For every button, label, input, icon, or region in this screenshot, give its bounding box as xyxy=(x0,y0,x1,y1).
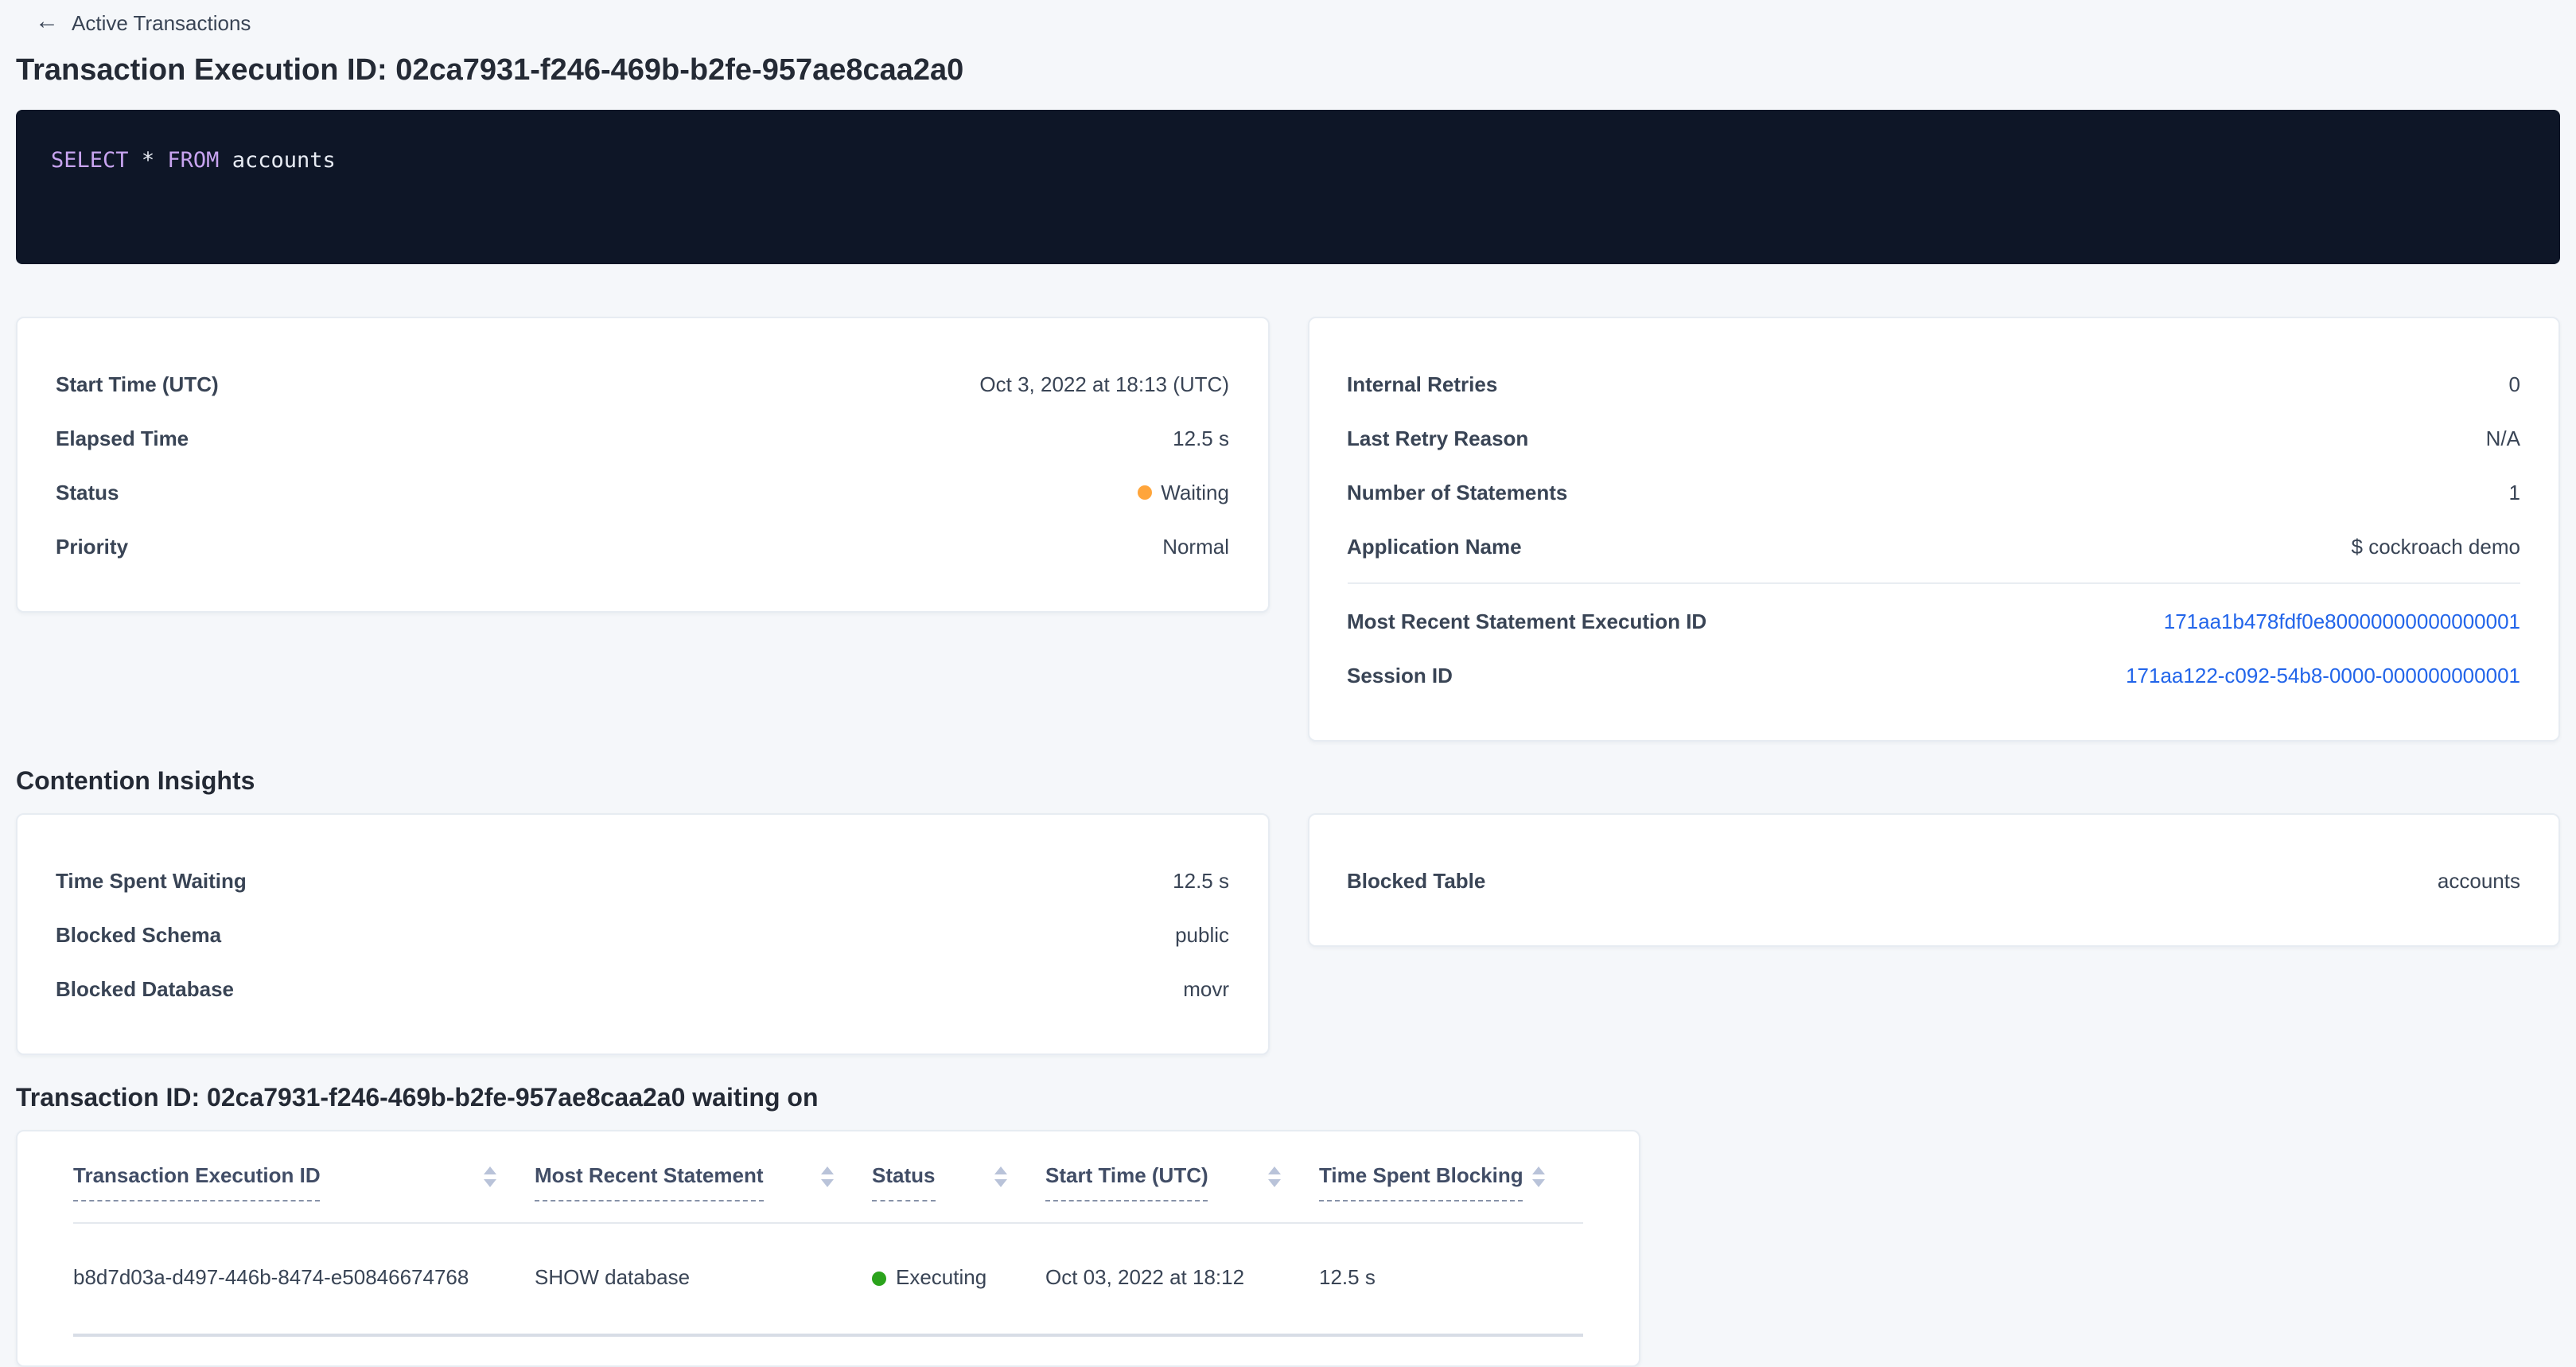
back-arrow-icon: ← xyxy=(35,11,59,33)
statement-execution-id-link[interactable]: 171aa1b478fdf0e80000000000000001 xyxy=(2164,609,2520,633)
sql-keyword: SELECT xyxy=(51,148,129,173)
row-value: N/A xyxy=(2486,426,2520,450)
row-value: 0 xyxy=(2509,372,2520,395)
summary-row-priority: Priority Normal xyxy=(56,519,1229,573)
executing-status-dot-icon xyxy=(872,1271,886,1285)
column-header-most-recent-statement[interactable]: Most Recent Statement xyxy=(535,1163,872,1201)
status-badge: Waiting xyxy=(1137,480,1229,504)
sort-icon[interactable] xyxy=(821,1166,834,1187)
cell-time-spent-blocking: 12.5 s xyxy=(1319,1265,1583,1291)
summary-row-last-retry-reason: Last Retry Reason N/A xyxy=(1347,411,2520,465)
sort-icon[interactable] xyxy=(484,1166,496,1187)
page-title: Transaction Execution ID: 02ca7931-f246-… xyxy=(16,53,2560,91)
row-label: Blocked Database xyxy=(56,976,234,1000)
sql-text: * xyxy=(142,148,154,173)
session-id-link[interactable]: 171aa122-c092-54b8-0000-000000000001 xyxy=(2126,663,2520,687)
summary-row-status: Status Waiting xyxy=(56,465,1229,519)
contention-cards-row: Time Spent Waiting 12.5 s Blocked Schema… xyxy=(16,813,2560,1055)
column-header-label: Transaction Execution ID xyxy=(73,1163,321,1201)
row-label: Elapsed Time xyxy=(56,426,189,450)
row-label: Priority xyxy=(56,534,128,558)
column-header-start-time[interactable]: Start Time (UTC) xyxy=(1045,1163,1319,1201)
sort-icon[interactable] xyxy=(994,1166,1007,1187)
summary-row-elapsed-time: Elapsed Time 12.5 s xyxy=(56,411,1229,465)
summary-row-session-id: Session ID 171aa122-c092-54b8-0000-00000… xyxy=(1347,648,2520,702)
column-header-status[interactable]: Status xyxy=(872,1163,1045,1201)
overview-cards-row: Start Time (UTC) Oct 3, 2022 at 18:13 (U… xyxy=(16,317,2560,742)
row-label: Start Time (UTC) xyxy=(56,372,219,395)
sql-text: accounts xyxy=(232,148,336,173)
table-row: b8d7d03a-d497-446b-8474-e50846674768 SHO… xyxy=(73,1224,1583,1337)
sort-icon[interactable] xyxy=(1268,1166,1281,1187)
column-header-transaction-execution-id[interactable]: Transaction Execution ID xyxy=(73,1163,535,1201)
row-label: Most Recent Statement Execution ID xyxy=(1347,609,1706,633)
sql-keyword: FROM xyxy=(167,148,219,173)
column-header-label: Start Time (UTC) xyxy=(1045,1163,1208,1201)
row-value: $ cockroach demo xyxy=(2352,534,2520,558)
back-link-label: Active Transactions xyxy=(72,10,251,34)
row-label: Internal Retries xyxy=(1347,372,1497,395)
row-label: Session ID xyxy=(1347,663,1453,687)
table-header-row: Transaction Execution ID Most Recent Sta… xyxy=(73,1163,1583,1224)
row-value: Normal xyxy=(1162,534,1229,558)
column-header-label: Most Recent Statement xyxy=(535,1163,764,1201)
row-value: Oct 3, 2022 at 18:13 (UTC) xyxy=(979,372,1229,395)
card-divider xyxy=(1347,582,2520,584)
row-label: Status xyxy=(56,480,119,504)
row-label: Blocked Table xyxy=(1347,868,1485,892)
row-label: Last Retry Reason xyxy=(1347,426,1528,450)
waiting-on-table: Transaction Execution ID Most Recent Sta… xyxy=(16,1130,1640,1367)
transaction-details-page: ← Active Transactions Transaction Execut… xyxy=(0,0,2576,1365)
column-header-label: Status xyxy=(872,1163,935,1201)
summary-row-internal-retries: Internal Retries 0 xyxy=(1347,356,2520,411)
overview-card-left: Start Time (UTC) Oct 3, 2022 at 18:13 (U… xyxy=(16,317,1269,613)
summary-row-time-spent-waiting: Time Spent Waiting 12.5 s xyxy=(56,853,1229,907)
contention-insights-heading: Contention Insights xyxy=(16,767,2560,799)
row-value: 12.5 s xyxy=(1173,426,1229,450)
sort-icon[interactable] xyxy=(1532,1166,1545,1187)
row-value: public xyxy=(1175,922,1229,946)
contention-card-right: Blocked Table accounts xyxy=(1307,813,2560,947)
summary-row-statement-execution-id: Most Recent Statement Execution ID 171aa… xyxy=(1347,594,2520,648)
cell-most-recent-statement: SHOW database xyxy=(535,1265,872,1291)
contention-card-left: Time Spent Waiting 12.5 s Blocked Schema… xyxy=(16,813,1269,1055)
cell-start-time: Oct 03, 2022 at 18:12 xyxy=(1045,1265,1319,1291)
summary-row-blocked-table: Blocked Table accounts xyxy=(1347,853,2520,907)
summary-row-blocked-schema: Blocked Schema public xyxy=(56,907,1229,961)
row-value: 1 xyxy=(2509,480,2520,504)
waiting-status-dot-icon xyxy=(1137,485,1151,499)
row-label: Application Name xyxy=(1347,534,1522,558)
summary-row-application-name: Application Name $ cockroach demo xyxy=(1347,519,2520,573)
row-label: Number of Statements xyxy=(1347,480,1567,504)
row-value: accounts xyxy=(2438,868,2520,892)
summary-row-number-of-statements: Number of Statements 1 xyxy=(1347,465,2520,519)
overview-card-right: Internal Retries 0 Last Retry Reason N/A… xyxy=(1307,317,2560,742)
waiting-on-heading: Transaction ID: 02ca7931-f246-469b-b2fe-… xyxy=(16,1084,2560,1116)
column-header-label: Time Spent Blocking xyxy=(1319,1163,1523,1201)
cell-status: Executing xyxy=(872,1265,1045,1291)
row-label: Blocked Schema xyxy=(56,922,221,946)
back-to-active-transactions-link[interactable]: ← Active Transactions xyxy=(35,10,251,35)
summary-row-blocked-database: Blocked Database movr xyxy=(56,961,1229,1015)
cell-transaction-execution-id: b8d7d03a-d497-446b-8474-e50846674768 xyxy=(73,1265,535,1291)
row-value: 12.5 s xyxy=(1173,868,1229,892)
column-header-time-spent-blocking[interactable]: Time Spent Blocking xyxy=(1319,1163,1583,1201)
summary-row-start-time: Start Time (UTC) Oct 3, 2022 at 18:13 (U… xyxy=(56,356,1229,411)
sql-statement-box: SELECT * FROM accounts xyxy=(16,110,2560,264)
sql-statement: SELECT * FROM accounts xyxy=(51,148,2525,175)
row-value: movr xyxy=(1183,976,1229,1000)
status-text: Waiting xyxy=(1161,480,1229,504)
row-label: Time Spent Waiting xyxy=(56,868,247,892)
status-text: Executing xyxy=(896,1265,986,1291)
